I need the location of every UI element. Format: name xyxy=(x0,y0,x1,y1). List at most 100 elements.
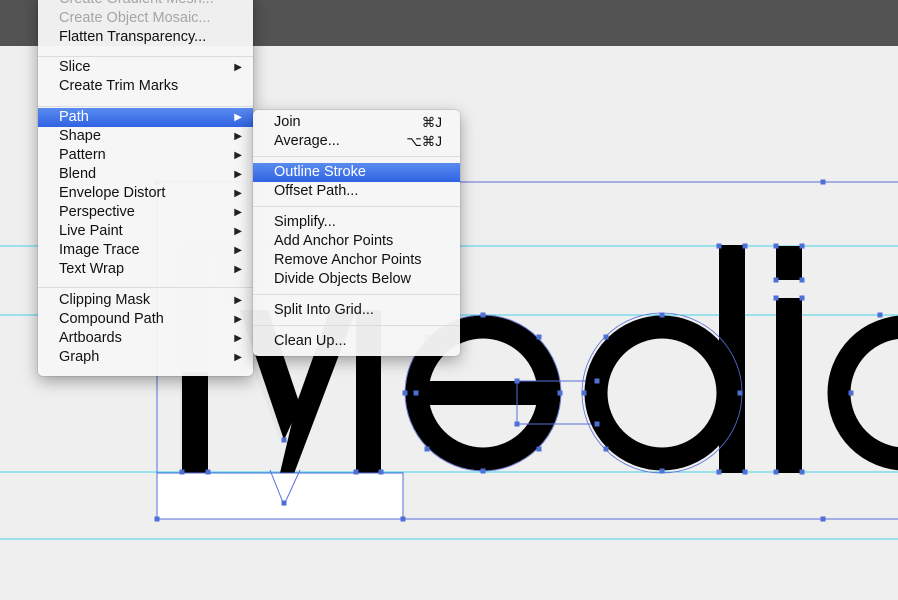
submenu-item-add-anchor-points[interactable]: Add Anchor Points xyxy=(253,232,460,251)
anchor-point[interactable] xyxy=(281,500,287,506)
menu-item-perspective[interactable]: Perspective ▶ xyxy=(38,203,253,222)
submenu-arrow-icon: ▶ xyxy=(234,150,242,161)
anchor-point[interactable] xyxy=(659,468,665,474)
anchor-point[interactable] xyxy=(413,390,419,396)
anchor-point[interactable] xyxy=(581,390,587,396)
anchor-point[interactable] xyxy=(536,334,542,340)
anchor-point[interactable] xyxy=(737,390,743,396)
menu-item-flatten-transparency[interactable]: Flatten Transparency... xyxy=(38,28,253,47)
anchor-point[interactable] xyxy=(400,516,406,522)
path-submenu: Join ⌘J Average... ⌥⌘J Outline Stroke Offset … xyxy=(253,110,460,356)
anchor-point[interactable] xyxy=(773,243,779,249)
anchor-point[interactable] xyxy=(799,469,805,475)
menu-item-image-trace[interactable]: Image Trace ▶ xyxy=(38,241,253,260)
menu-item-create-object-mosaic: Create Object Mosaic... xyxy=(38,9,253,28)
submenu-item-label: Clean Up... xyxy=(274,333,347,349)
submenu-item-outline-stroke[interactable]: Outline Stroke xyxy=(253,163,460,182)
menu-item-label: Path xyxy=(59,109,89,125)
menu-item-label: Live Paint xyxy=(59,223,123,239)
anchor-point[interactable] xyxy=(594,421,600,427)
anchor-point[interactable] xyxy=(603,446,609,452)
anchor-point[interactable] xyxy=(820,516,826,522)
menu-item-create-trim-marks[interactable]: Create Trim Marks xyxy=(38,77,253,96)
anchor-point[interactable] xyxy=(205,469,211,475)
menu-separator xyxy=(38,56,253,57)
anchor-point[interactable] xyxy=(848,390,854,396)
submenu-item-split-into-grid[interactable]: Split Into Grid... xyxy=(253,301,460,320)
submenu-item-offset-path[interactable]: Offset Path... xyxy=(253,182,460,201)
anchor-point[interactable] xyxy=(378,469,384,475)
anchor-point[interactable] xyxy=(281,437,287,443)
menu-separator xyxy=(253,206,460,207)
anchor-point[interactable] xyxy=(480,468,486,474)
anchor-point[interactable] xyxy=(799,277,805,283)
letter-a xyxy=(827,315,898,471)
anchor-point[interactable] xyxy=(799,295,805,301)
submenu-arrow-icon: ▶ xyxy=(234,131,242,142)
submenu-item-simplify[interactable]: Simplify... xyxy=(253,213,460,232)
anchor-point[interactable] xyxy=(603,334,609,340)
submenu-item-label: Split Into Grid... xyxy=(274,302,374,318)
keyboard-shortcut: ⌘J xyxy=(421,115,442,130)
menu-item-label: Create Trim Marks xyxy=(59,78,179,94)
anchor-point[interactable] xyxy=(773,469,779,475)
submenu-item-join[interactable]: Join ⌘J xyxy=(253,113,460,132)
menu-item-graph[interactable]: Graph ▶ xyxy=(38,348,253,367)
anchor-point[interactable] xyxy=(557,390,563,396)
anchor-point[interactable] xyxy=(424,446,430,452)
submenu-arrow-icon: ▶ xyxy=(234,264,242,275)
menu-item-label: Perspective xyxy=(59,204,135,220)
submenu-item-divide-objects-below[interactable]: Divide Objects Below xyxy=(253,270,460,289)
anchor-point[interactable] xyxy=(179,469,185,475)
menu-item-slice[interactable]: Slice ▶ xyxy=(38,58,253,77)
anchor-point[interactable] xyxy=(594,378,600,384)
menu-item-label: Clipping Mask xyxy=(59,292,151,308)
anchor-point[interactable] xyxy=(536,446,542,452)
anchor-point[interactable] xyxy=(820,179,826,185)
submenu-item-label: Simplify... xyxy=(274,214,336,230)
submenu-item-label: Add Anchor Points xyxy=(274,233,394,249)
menu-item-label: Graph xyxy=(59,349,100,365)
anchor-point[interactable] xyxy=(154,516,160,522)
submenu-arrow-icon: ▶ xyxy=(234,352,242,363)
menu-item-text-wrap[interactable]: Text Wrap ▶ xyxy=(38,260,253,279)
letter-i xyxy=(776,246,802,473)
menu-item-envelope-distort[interactable]: Envelope Distort ▶ xyxy=(38,184,253,203)
menu-separator xyxy=(38,287,253,288)
keyboard-shortcut: ⌥⌘J xyxy=(406,134,442,149)
menu-item-label: Image Trace xyxy=(59,242,140,258)
anchor-point[interactable] xyxy=(353,469,359,475)
anchor-point[interactable] xyxy=(402,390,408,396)
submenu-item-label: Outline Stroke xyxy=(274,164,366,180)
anchor-point[interactable] xyxy=(742,469,748,475)
anchor-point[interactable] xyxy=(773,277,779,283)
menu-item-path[interactable]: Path ▶ xyxy=(38,108,253,127)
anchor-point[interactable] xyxy=(742,243,748,249)
anchor-point[interactable] xyxy=(716,243,722,249)
anchor-point[interactable] xyxy=(773,295,779,301)
menu-item-blend[interactable]: Blend ▶ xyxy=(38,165,253,184)
anchor-point[interactable] xyxy=(716,469,722,475)
menu-item-label: Slice xyxy=(59,59,91,75)
menu-item-label: Blend xyxy=(59,166,97,182)
anchor-point[interactable] xyxy=(877,312,883,318)
menu-separator xyxy=(38,106,253,107)
menu-item-live-paint[interactable]: Live Paint ▶ xyxy=(38,222,253,241)
menu-item-clipping-mask[interactable]: Clipping Mask ▶ xyxy=(38,291,253,310)
menu-item-shape[interactable]: Shape ▶ xyxy=(38,127,253,146)
menu-item-artboards[interactable]: Artboards ▶ xyxy=(38,329,253,348)
menu-item-pattern[interactable]: Pattern ▶ xyxy=(38,146,253,165)
anchor-point[interactable] xyxy=(799,243,805,249)
submenu-item-label: Average... xyxy=(274,133,340,149)
anchor-point[interactable] xyxy=(480,312,486,318)
menu-item-compound-path[interactable]: Compound Path ▶ xyxy=(38,310,253,329)
submenu-item-clean-up[interactable]: Clean Up... xyxy=(253,332,460,351)
anchor-point[interactable] xyxy=(659,312,665,318)
anchor-point[interactable] xyxy=(514,378,520,384)
submenu-item-remove-anchor-points[interactable]: Remove Anchor Points xyxy=(253,251,460,270)
submenu-item-label: Join xyxy=(274,114,301,130)
submenu-arrow-icon: ▶ xyxy=(234,245,242,256)
submenu-item-average[interactable]: Average... ⌥⌘J xyxy=(253,132,460,151)
menu-item-label: Pattern xyxy=(59,147,106,163)
anchor-point[interactable] xyxy=(514,421,520,427)
